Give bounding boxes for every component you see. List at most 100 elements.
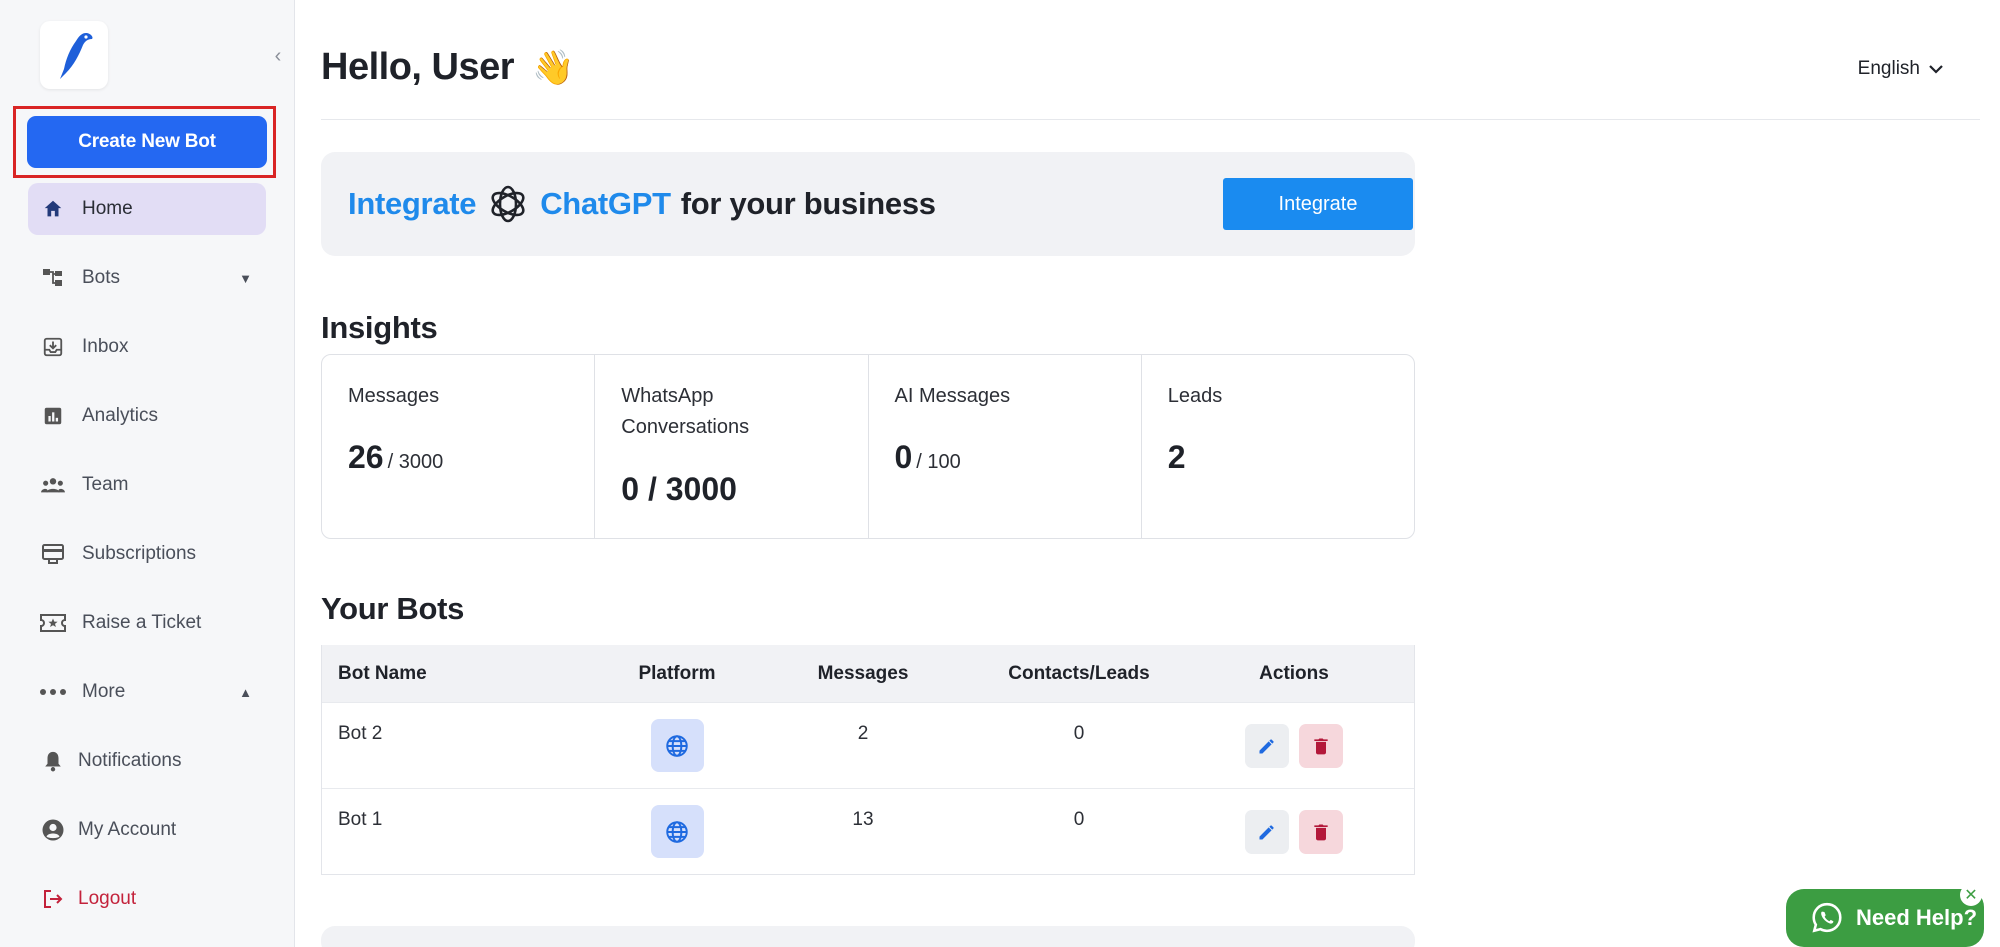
column-header-bot-name: Bot Name xyxy=(338,662,427,684)
sidebar-item-more[interactable]: More ▲ xyxy=(28,666,266,718)
more-icon xyxy=(38,677,68,707)
insight-value-sub: / 100 xyxy=(916,451,961,473)
bots-table: Bot Name Platform Messages Contacts/Lead… xyxy=(321,645,1415,875)
table-row: Bot 1 13 0 xyxy=(322,788,1414,874)
caret-down-icon: ▼ xyxy=(239,270,252,286)
sidebar-item-raise-ticket[interactable]: Raise a Ticket xyxy=(28,597,266,649)
create-new-bot-button[interactable]: Create New Bot xyxy=(27,116,267,168)
sidebar: ‹ Create New Bot Home Bots ▼ Inbox Analy… xyxy=(0,0,295,947)
insights-panel: Messages 26/ 3000 WhatsApp Conversations… xyxy=(321,354,1415,539)
edit-bot-button[interactable] xyxy=(1245,809,1289,854)
bell-icon xyxy=(38,746,68,776)
sidebar-item-label: Analytics xyxy=(82,405,159,426)
bot-messages: 13 xyxy=(852,809,874,830)
bots-icon xyxy=(38,263,68,293)
collapse-sidebar-icon[interactable]: ‹ xyxy=(268,45,288,67)
platform-web-button[interactable] xyxy=(650,805,704,858)
bot-messages: 2 xyxy=(857,723,869,744)
page-title: Hello, User 👋 xyxy=(321,46,574,89)
insight-card-whatsapp: WhatsApp Conversations 0 / 3000 xyxy=(595,355,869,538)
insight-label: WhatsApp Conversations xyxy=(621,385,750,438)
banner-headline: Integrate ChatGPT for your business xyxy=(348,182,936,226)
logout-icon xyxy=(38,884,68,914)
banner-rest-text: for your business xyxy=(680,186,936,221)
insight-value-main: 0 / 3000 xyxy=(621,471,737,507)
your-bots-title: Your Bots xyxy=(321,591,465,626)
insight-label: Leads xyxy=(1167,385,1223,407)
insight-card-ai-messages: AI Messages 0/ 100 xyxy=(869,355,1142,538)
bot-name: Bot 2 xyxy=(338,723,383,744)
language-label: English xyxy=(1857,58,1920,79)
insight-card-messages: Messages 26/ 3000 xyxy=(322,355,596,538)
insight-label: Messages xyxy=(348,385,440,407)
sidebar-item-logout[interactable]: Logout xyxy=(28,873,266,925)
wave-emoji-icon: 👋 xyxy=(532,49,574,87)
sidebar-item-label: Home xyxy=(82,198,133,219)
insights-title: Insights xyxy=(321,310,438,345)
pencil-icon xyxy=(1259,738,1274,753)
bot-name: Bot 1 xyxy=(338,809,383,830)
insight-value-main: 26 xyxy=(348,439,384,475)
insight-label: AI Messages xyxy=(894,385,1011,407)
integrate-button[interactable]: Integrate xyxy=(1223,178,1413,230)
trash-icon xyxy=(1314,738,1328,754)
subscriptions-icon xyxy=(38,539,68,569)
sidebar-item-label: Notifications xyxy=(78,750,182,771)
sidebar-item-label: Inbox xyxy=(82,336,129,357)
header-divider xyxy=(321,119,1980,120)
sidebar-item-label: Team xyxy=(82,474,129,495)
close-help-icon[interactable]: ✕ xyxy=(1960,884,1982,906)
insight-value: 2 xyxy=(1168,439,1186,476)
table-header: Bot Name Platform Messages Contacts/Lead… xyxy=(322,645,1414,702)
language-selector[interactable]: English xyxy=(1858,58,1944,80)
ticket-icon xyxy=(38,608,68,638)
app-logo[interactable] xyxy=(40,21,108,89)
sidebar-item-label: My Account xyxy=(78,819,177,840)
delete-bot-button[interactable] xyxy=(1299,809,1343,854)
delete-bot-button[interactable] xyxy=(1299,723,1343,768)
sidebar-item-analytics[interactable]: Analytics xyxy=(28,390,266,442)
sidebar-item-notifications[interactable]: Notifications xyxy=(28,735,266,787)
sidebar-item-bots[interactable]: Bots ▼ xyxy=(28,252,266,304)
insight-card-leads: Leads 2 xyxy=(1142,355,1414,538)
column-header-actions: Actions xyxy=(1259,662,1329,684)
insight-value-main: 2 xyxy=(1167,439,1186,475)
column-header-messages: Messages xyxy=(817,662,909,684)
globe-icon xyxy=(666,734,688,757)
sidebar-item-label: Subscriptions xyxy=(82,543,197,564)
sidebar-item-home[interactable]: Home xyxy=(28,183,266,235)
analytics-icon xyxy=(38,401,68,431)
integrate-banner: Integrate ChatGPT for your business Inte… xyxy=(321,152,1415,256)
platform-web-button[interactable] xyxy=(650,719,704,772)
caret-up-icon: ▲ xyxy=(239,684,252,700)
whatsapp-icon xyxy=(1812,902,1842,933)
bird-logo-icon xyxy=(60,33,93,79)
inbox-icon xyxy=(38,332,68,362)
banner-product-name: ChatGPT xyxy=(540,186,671,221)
chevron-down-icon xyxy=(1929,65,1943,74)
actions-cell xyxy=(1174,723,1414,768)
trash-icon xyxy=(1314,824,1328,840)
account-icon xyxy=(38,815,68,845)
bottom-card-partial xyxy=(321,926,1415,947)
sidebar-item-subscriptions[interactable]: Subscriptions xyxy=(28,528,266,580)
pencil-icon xyxy=(1259,824,1274,839)
sidebar-item-team[interactable]: Team xyxy=(28,459,266,511)
sidebar-item-my-account[interactable]: My Account xyxy=(28,804,266,856)
edit-bot-button[interactable] xyxy=(1245,723,1289,768)
column-header-contacts: Contacts/Leads xyxy=(1008,662,1150,684)
insight-value-sub: / 3000 xyxy=(387,451,444,473)
insight-value: 0 / 3000 xyxy=(621,471,737,508)
banner-integrate-word: Integrate xyxy=(348,186,477,221)
globe-icon xyxy=(666,820,688,843)
need-help-button[interactable]: Need Help? xyxy=(1786,889,1984,947)
sidebar-item-inbox[interactable]: Inbox xyxy=(28,321,266,373)
team-icon xyxy=(38,470,68,500)
sidebar-item-label: Logout xyxy=(78,888,137,909)
actions-cell xyxy=(1174,809,1414,854)
column-header-platform: Platform xyxy=(638,662,716,684)
insight-value: 0/ 100 xyxy=(895,439,961,476)
insight-value: 26/ 3000 xyxy=(348,439,443,476)
openai-logo-icon xyxy=(491,185,525,223)
sidebar-item-label: More xyxy=(82,681,126,702)
